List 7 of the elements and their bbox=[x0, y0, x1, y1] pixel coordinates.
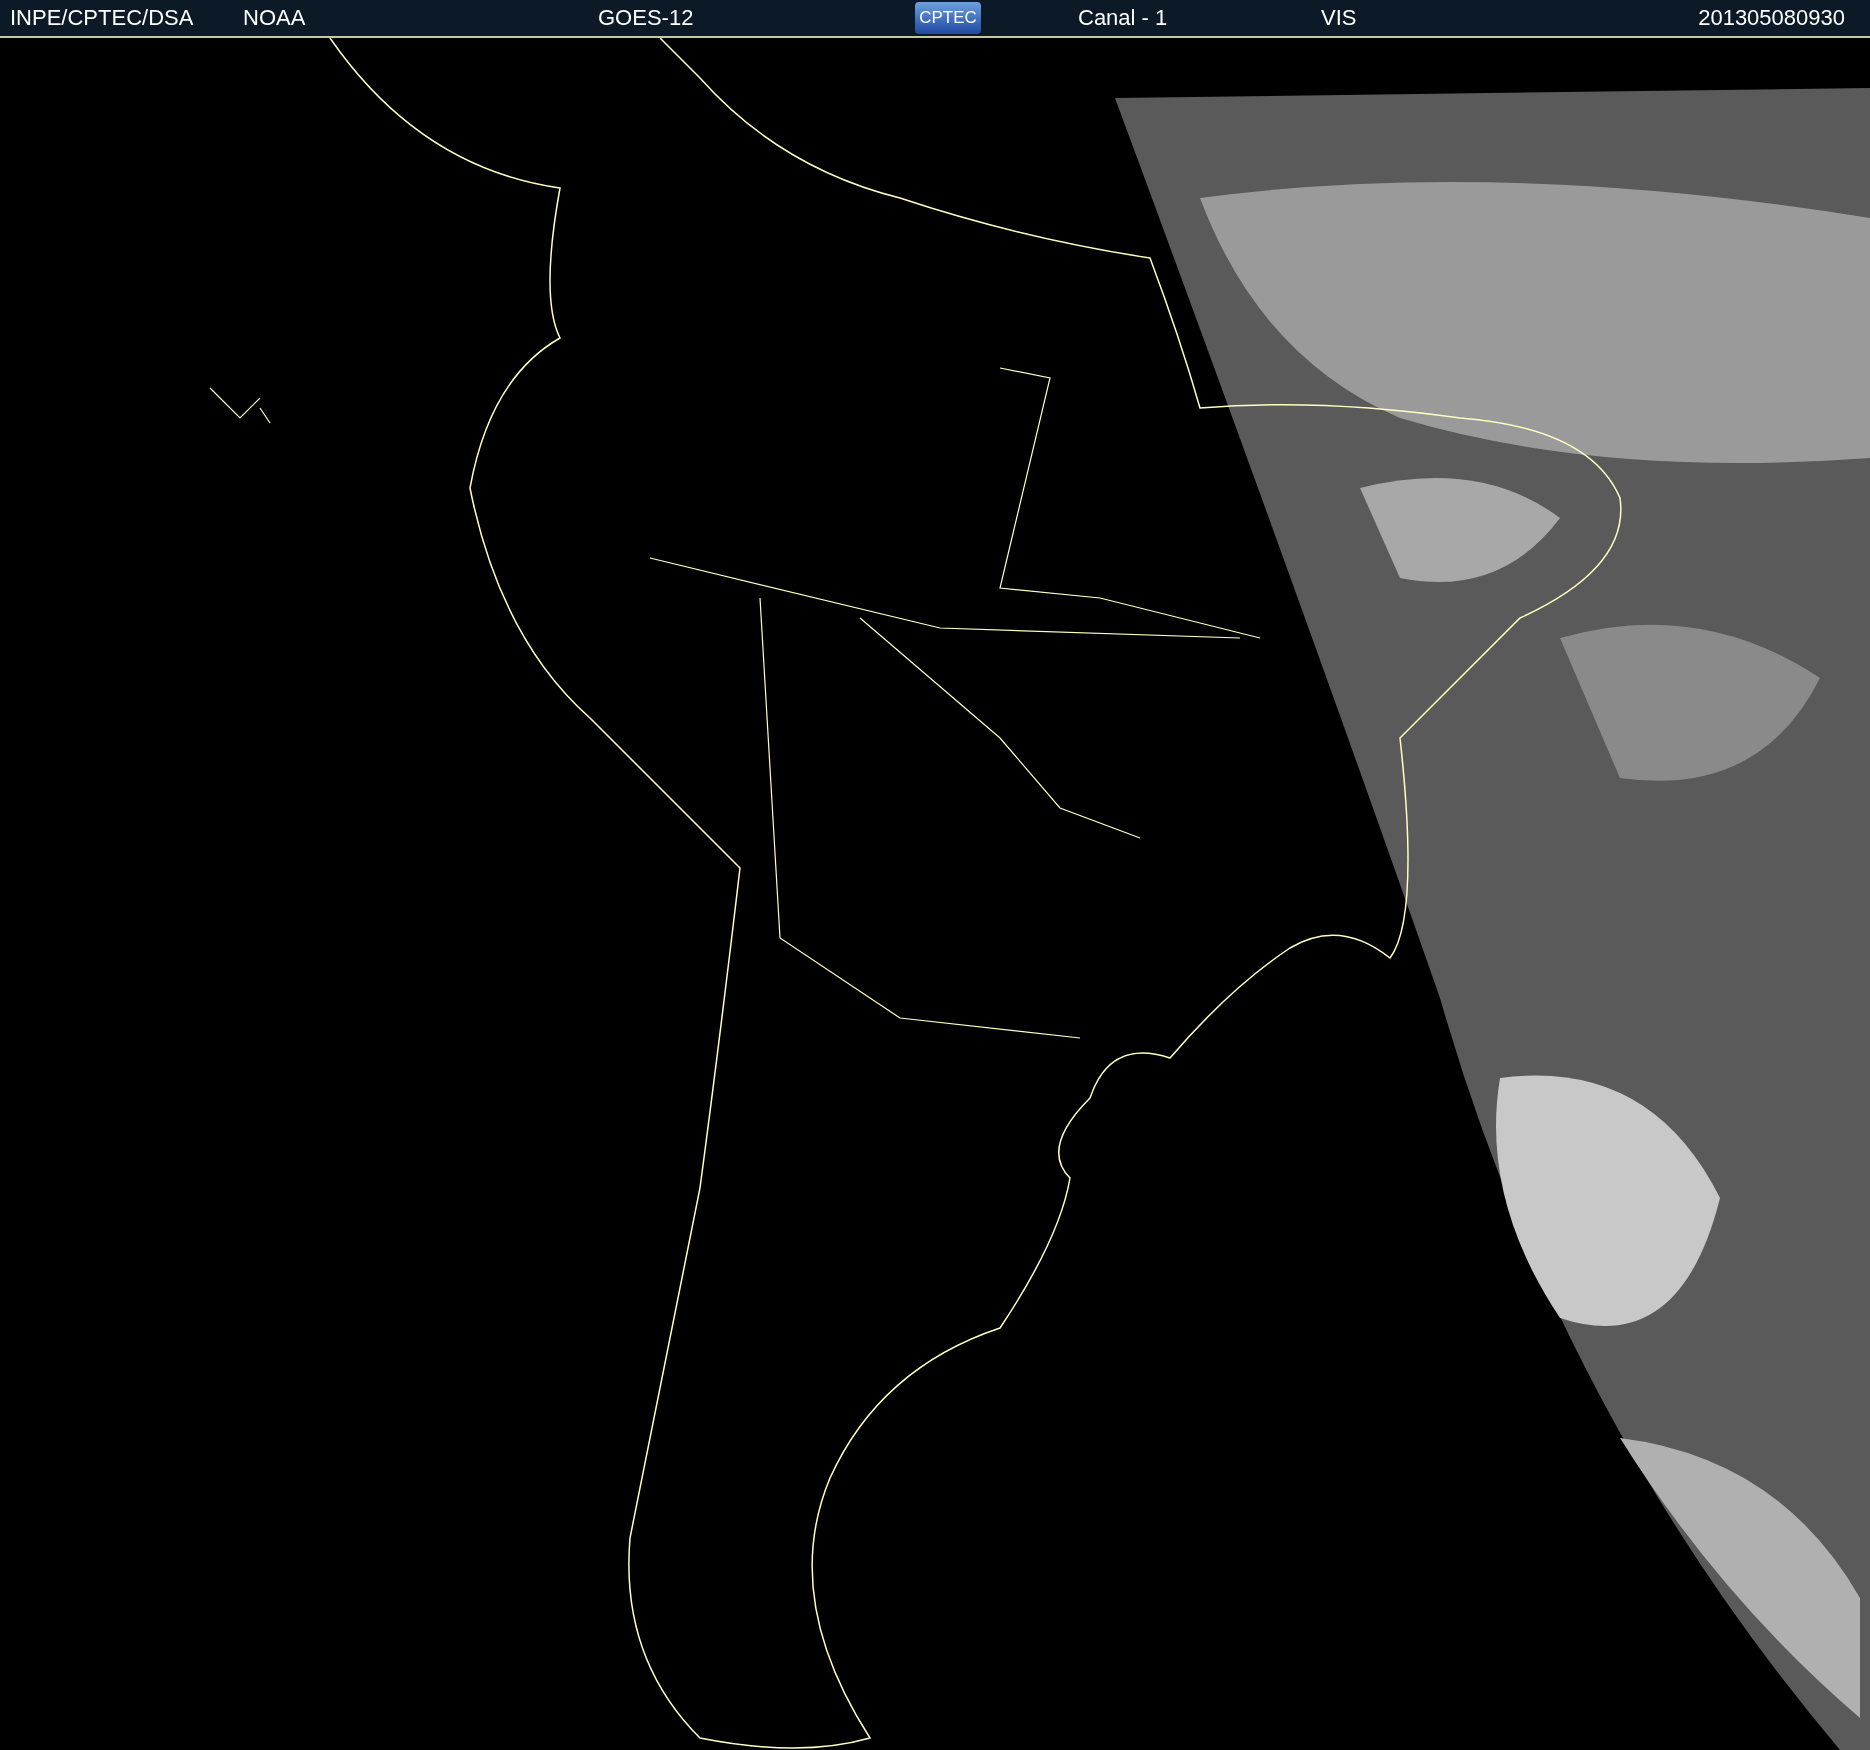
timestamp-label: 201305080930 bbox=[1698, 5, 1845, 31]
source-label: INPE/CPTEC/DSA bbox=[10, 5, 195, 31]
logo: CPTEC bbox=[915, 2, 981, 34]
satellite-label: GOES-12 bbox=[598, 5, 695, 31]
channel-label: Canal - 1 bbox=[1078, 5, 1169, 31]
band-label: VIS bbox=[1321, 5, 1358, 31]
agency-label: NOAA bbox=[243, 5, 307, 31]
